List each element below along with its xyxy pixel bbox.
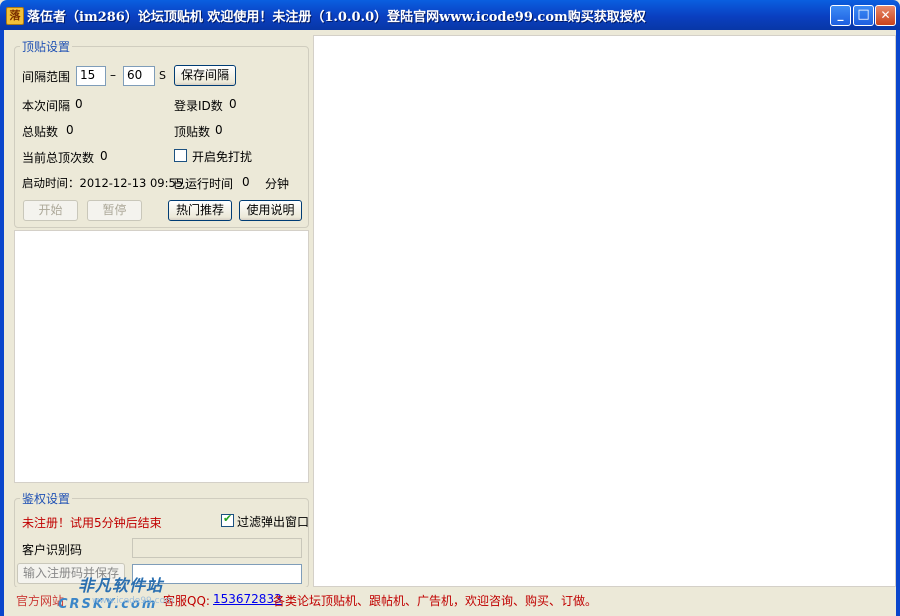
close-button[interactable]: ✕ xyxy=(875,5,896,26)
top-settings-legend: 顶贴设置 xyxy=(20,38,73,55)
minimize-button[interactable]: _ xyxy=(830,5,851,26)
current-interval-label: 本次间隔 xyxy=(22,99,71,113)
help-button[interactable]: 使用说明 xyxy=(239,200,302,221)
filter-popup-label[interactable]: 过滤弹出窗口 xyxy=(237,513,309,530)
save-interval-button[interactable]: 保存间隔 xyxy=(174,65,236,86)
window-frame-right xyxy=(896,30,900,616)
window-frame-left xyxy=(0,30,4,616)
status-left-text: 官方网站 xyxy=(16,594,65,608)
dnd-checkbox[interactable] xyxy=(174,149,187,162)
pause-button[interactable]: 暂停 xyxy=(87,200,142,221)
top-posts-label: 顶贴数 xyxy=(174,125,211,139)
auth-settings-legend: 鉴权设置 xyxy=(20,490,73,507)
filter-popup-checkbox[interactable]: ✔ xyxy=(221,512,234,527)
watermark-faint-url: www.icode99.com xyxy=(92,596,174,606)
qq-number-link[interactable]: 153672833 xyxy=(213,592,282,606)
interval-max-input[interactable]: 60 xyxy=(123,66,155,86)
run-time-value: 0 xyxy=(242,175,250,189)
current-interval-value: 0 xyxy=(75,97,83,111)
maximize-icon: □ xyxy=(857,7,870,22)
log-list[interactable] xyxy=(14,230,309,483)
top-posts-value: 0 xyxy=(215,123,223,137)
browser-panel[interactable] xyxy=(313,35,896,587)
current-total-value: 0 xyxy=(100,149,108,163)
customer-code-label: 客户识别码 xyxy=(22,543,83,557)
watermark-line1: 非凡软件站 xyxy=(78,576,164,595)
interval-range-label: 间隔范围 xyxy=(22,70,71,84)
check-icon: ✔ xyxy=(223,512,233,525)
run-time-label: 已运行时间 xyxy=(173,177,234,191)
interval-separator: – xyxy=(110,68,116,82)
interval-min-input[interactable]: 15 xyxy=(76,66,106,86)
close-icon: ✕ xyxy=(880,8,891,22)
hot-recommend-button[interactable]: 热门推荐 xyxy=(168,200,232,221)
total-posts-label: 总贴数 xyxy=(22,125,59,139)
app-icon: 落 xyxy=(6,7,24,25)
run-time-unit: 分钟 xyxy=(265,177,290,191)
customer-code-field[interactable] xyxy=(132,538,302,558)
maximize-button[interactable]: □ xyxy=(853,5,874,26)
title-bar[interactable]: 落 落伍者（im286）论坛顶贴机 欢迎使用！未注册（1.0.0.0）登陆官网w… xyxy=(0,0,900,30)
status-info-text: 各类论坛顶贴机、跟帖机、广告机，欢迎咨询、购买、订做。 xyxy=(273,594,598,608)
current-total-label: 当前总顶次数 xyxy=(22,151,95,165)
login-id-value: 0 xyxy=(229,97,237,111)
start-button[interactable]: 开始 xyxy=(23,200,78,221)
start-time-label: 启动时间：2012-12-13 09:55 xyxy=(22,176,184,190)
dnd-label[interactable]: 开启免打扰 xyxy=(192,148,252,165)
minimize-icon: _ xyxy=(837,7,844,21)
unregistered-warning: 未注册！试用5分钟后结束 xyxy=(22,516,162,530)
total-posts-value: 0 xyxy=(66,123,74,137)
window-title: 落伍者（im286）论坛顶贴机 欢迎使用！未注册（1.0.0.0）登陆官网www… xyxy=(27,10,646,25)
login-id-label: 登录ID数 xyxy=(174,99,223,113)
interval-unit-label: S xyxy=(159,69,166,82)
